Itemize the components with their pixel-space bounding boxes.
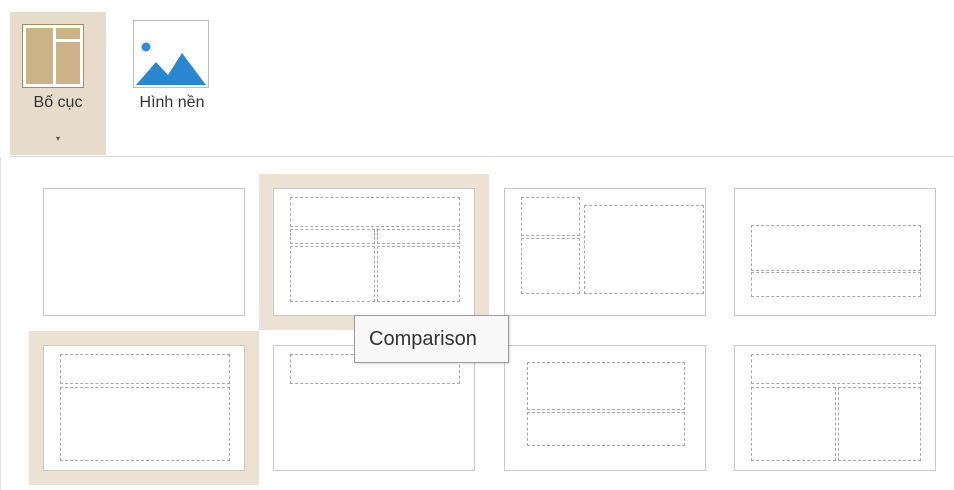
layout-button[interactable]: Bố cục ▾	[10, 12, 106, 155]
layout-thumb-two-content[interactable]	[734, 345, 936, 471]
picture-icon	[133, 20, 209, 88]
layout-thumb-title-only[interactable]	[273, 345, 475, 471]
ribbon: Bố cục ▾ Hình nền	[0, 0, 954, 156]
chevron-down-icon: ▾	[55, 134, 60, 143]
layout-thumb-content-with-caption[interactable]	[504, 188, 706, 316]
panel-edge	[0, 157, 1, 490]
layout-icon	[22, 24, 84, 88]
layout-thumb-blank[interactable]	[43, 188, 245, 316]
tooltip: Comparison	[354, 315, 509, 363]
background-button[interactable]: Hình nền	[117, 12, 227, 122]
ribbon-divider	[10, 156, 954, 157]
layout-thumb-comparison[interactable]	[259, 174, 489, 330]
layout-button-label: Bố cục	[33, 94, 83, 111]
layout-thumb-title-and-content[interactable]	[29, 331, 259, 485]
layout-panel: Bố cục ▾ Hình nền Comparison	[0, 0, 954, 490]
background-button-label: Hình nền	[139, 94, 205, 111]
layout-thumb-title-subtitle[interactable]	[734, 188, 936, 316]
layout-thumb-section-header[interactable]	[504, 345, 706, 471]
